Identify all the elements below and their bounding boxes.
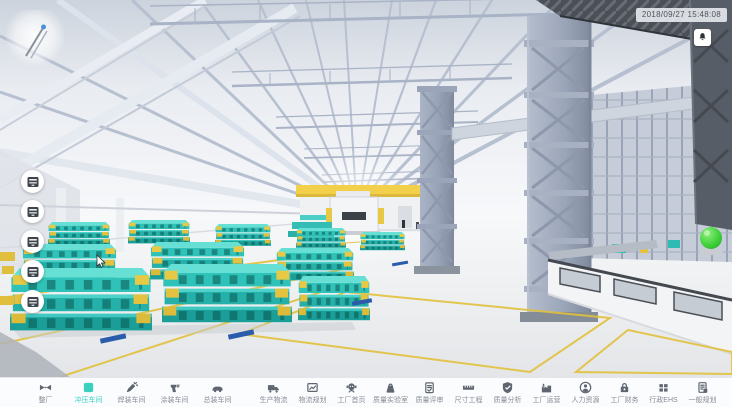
bell-icon: [696, 31, 709, 44]
tab-welding-workshop[interactable]: 焊装车间: [110, 381, 153, 405]
tab-label: 冲压车间: [75, 395, 103, 405]
menu-quality-lab[interactable]: 质量实验室: [371, 381, 410, 405]
menu-label: 一般规划: [689, 395, 717, 405]
menu-label: 行政EHS: [649, 395, 677, 405]
tab-label: 焊装车间: [118, 395, 146, 405]
welding-workshop-icon: [125, 381, 138, 394]
steel-column-mid: [414, 86, 460, 274]
tab-assembly-workshop[interactable]: 总装车间: [196, 381, 239, 405]
press-station-button[interactable]: [21, 260, 44, 283]
workshop-tabs: 整厂 冲压车间 焊装车间 涂装车间 总装车间: [24, 381, 239, 405]
truck-icon: [267, 381, 280, 394]
menu-label: 工厂运营: [533, 395, 561, 405]
menu-label: 工厂财务: [611, 395, 639, 405]
tab-label: 总装车间: [204, 395, 232, 405]
3d-viewport[interactable]: [0, 0, 732, 377]
tab-label: 涂装车间: [161, 395, 189, 405]
compass-icon: [6, 10, 64, 68]
menu-logistics-planning[interactable]: 物流规划: [293, 381, 332, 405]
menu-label: 物流规划: [299, 395, 327, 405]
menu-general-planning[interactable]: 一般规划: [683, 381, 722, 405]
menu-label: 尺寸工程: [455, 395, 483, 405]
press-station-icon: [26, 235, 40, 249]
timestamp: 2018/09/27 15:48:08: [636, 8, 727, 22]
menu-factory-operations[interactable]: 工厂运营: [527, 381, 566, 405]
planning-icon: [306, 381, 319, 394]
press-station-icon: [26, 175, 40, 189]
app-window: 2018/09/27 15:48:08 整厂: [0, 0, 732, 407]
stamping-workshop-icon: [82, 381, 95, 394]
factory-overview-icon: [39, 381, 52, 394]
press-station-icon: [26, 205, 40, 219]
press-station-icon: [26, 295, 40, 309]
menu-human-resources[interactable]: 人力资源: [566, 381, 605, 405]
document-icon: [696, 381, 709, 394]
menu-label: 质量分析: [494, 395, 522, 405]
machine-marker-buttons: [21, 170, 44, 313]
menu-label: 工厂首页: [338, 395, 366, 405]
weight-icon: [384, 381, 397, 394]
module-menu: 生产物流 物流规划 工厂首页 质量实验室 质量评审 尺寸工程: [254, 381, 722, 405]
menu-quality-analysis[interactable]: 质量分析: [488, 381, 527, 405]
press-station-button[interactable]: [21, 230, 44, 253]
person-icon: [579, 381, 592, 394]
shield-icon: [501, 381, 514, 394]
menu-dimensional-engineering[interactable]: 尺寸工程: [449, 381, 488, 405]
menu-factory-finance[interactable]: 工厂财务: [605, 381, 644, 405]
press-station-button[interactable]: [21, 290, 44, 313]
assembly-workshop-icon: [211, 381, 224, 394]
press-station-button[interactable]: [21, 170, 44, 193]
menu-label: 生产物流: [260, 395, 288, 405]
press-station-button[interactable]: [21, 200, 44, 223]
review-icon: [423, 381, 436, 394]
tab-whole-factory[interactable]: 整厂: [24, 381, 67, 405]
building-icon: [540, 381, 553, 394]
bottom-toolbar: 整厂 冲压车间 焊装车间 涂装车间 总装车间 生产物流: [0, 377, 732, 407]
menu-admin-ehs[interactable]: 行政EHS: [644, 381, 683, 405]
safe-icon: [618, 381, 631, 394]
ruler-icon: [462, 381, 475, 394]
press-station-icon: [26, 265, 40, 279]
factory-3d-scene[interactable]: [0, 0, 732, 377]
green-marker[interactable]: [699, 227, 723, 255]
tab-painting-workshop[interactable]: 涂装车间: [153, 381, 196, 405]
compass[interactable]: [6, 10, 64, 68]
menu-label: 质量评审: [416, 395, 444, 405]
menu-quality-review[interactable]: 质量评审: [410, 381, 449, 405]
menu-label: 人力资源: [572, 395, 600, 405]
robot-icon: [345, 381, 358, 394]
tab-label: 整厂: [39, 395, 53, 405]
menu-factory-home[interactable]: 工厂首页: [332, 381, 371, 405]
painting-workshop-icon: [168, 381, 181, 394]
menu-production-logistics[interactable]: 生产物流: [254, 381, 293, 405]
grid-icon: [657, 381, 670, 394]
tab-stamping-workshop[interactable]: 冲压车间: [67, 381, 110, 405]
menu-label: 质量实验室: [373, 395, 408, 405]
notification-button[interactable]: [694, 29, 711, 46]
